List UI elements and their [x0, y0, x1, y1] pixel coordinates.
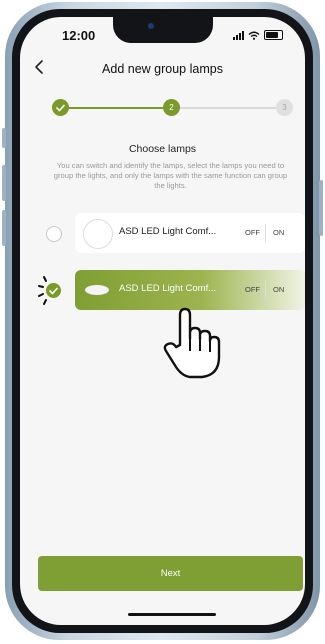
lamp-on-button[interactable]: ON — [273, 285, 284, 294]
app-screen: 12:00 Add new group lamps 2 3 Choose lam… — [20, 17, 305, 625]
step-2-active: 2 — [163, 99, 180, 116]
lamp-off-button[interactable]: OFF — [245, 285, 260, 294]
lamp-1-radio[interactable] — [46, 226, 62, 242]
status-icons — [233, 30, 283, 40]
home-indicator — [128, 613, 216, 616]
section-description: You can switch and identify the lamps, s… — [53, 161, 288, 190]
lamp-card-2[interactable]: ASD LED Light Comf... OFF ON — [75, 270, 305, 310]
step-1-complete — [52, 99, 69, 116]
mute-switch — [2, 128, 6, 148]
step-connector-done — [66, 107, 164, 109]
check-icon — [49, 287, 58, 295]
check-icon — [56, 104, 65, 112]
volume-down-button — [2, 210, 6, 246]
signal-icon — [233, 31, 244, 40]
lamp-name: ASD LED Light Comf... — [119, 226, 217, 237]
wifi-icon — [248, 31, 260, 40]
volume-up-button — [2, 165, 6, 201]
lamp-card-1[interactable]: ASD LED Light Comf... OFF ON — [75, 213, 305, 253]
camera-lens — [148, 23, 154, 29]
progress-stepper: 2 3 — [52, 99, 293, 117]
lamp-thumbnail — [85, 285, 109, 295]
lamp-2-radio-checked[interactable] — [46, 283, 61, 298]
battery-icon — [264, 30, 283, 40]
lamp-on-button[interactable]: ON — [273, 228, 284, 237]
step-3-pending: 3 — [276, 99, 293, 116]
power-button — [319, 180, 323, 236]
page-title: Add new group lamps — [102, 62, 223, 76]
pointer-hand-icon — [163, 307, 221, 379]
lamp-off-button[interactable]: OFF — [245, 228, 260, 237]
button-divider — [265, 281, 266, 299]
button-divider — [265, 224, 266, 242]
step-connector-pending — [180, 107, 276, 109]
lamp-thumbnail — [83, 219, 113, 249]
lamp-name: ASD LED Light Comf... — [119, 283, 217, 294]
camera-notch — [113, 17, 213, 43]
next-button[interactable]: Next — [38, 556, 303, 591]
status-time: 12:00 — [62, 28, 96, 43]
section-subtitle: Choose lamps — [128, 143, 197, 155]
